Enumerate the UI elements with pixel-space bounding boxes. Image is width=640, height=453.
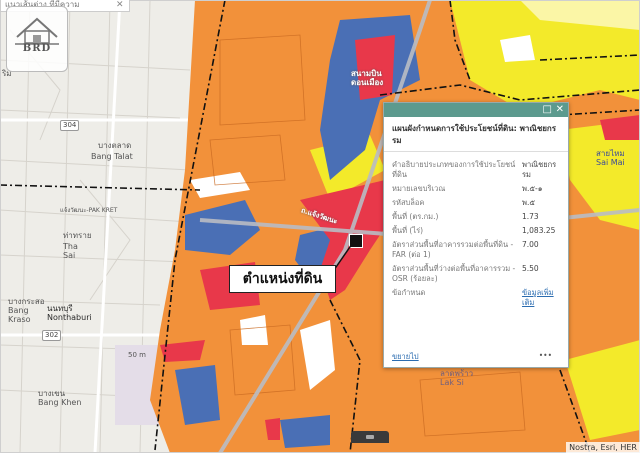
table-row: พื้นที่ (ไร่) 1,083.25: [392, 224, 560, 238]
attribute-label: อัตราส่วนพื้นที่ว่างต่อพื้นที่อาคารรวม -…: [392, 264, 516, 283]
table-row: คำอธิบายประเภทของการใช้ประโยชน์ที่ดิน พา…: [392, 158, 560, 182]
popup-footer: ขยายไป •••: [392, 351, 560, 363]
table-row: รหัสบล็อค พ.๕: [392, 196, 560, 210]
map-label-lak-si: ลาดพร้าว Lak Si: [440, 369, 474, 387]
map-label-bang-talat-th: บางตลาด: [98, 141, 132, 150]
road-shield-302: 302: [42, 330, 62, 341]
map-label-pak-kret: แจ้งวัฒนะ-PAK KRET: [60, 207, 118, 214]
search-clear-icon[interactable]: ✕: [116, 0, 124, 10]
attribute-label: พื้นที่ (ไร่): [392, 226, 424, 235]
popup-title: แผนผังกำหนดการใช้ประโยชน์ที่ดิน: พาณิชยก…: [384, 117, 568, 152]
map-label-sai-mai: สายไหม Sai Mai: [596, 149, 625, 167]
table-row: อัตราส่วนพื้นที่อาคารรวมต่อพื้นที่ดิน - …: [392, 238, 560, 262]
map-label-don-mueang: สนามบิน ดอนเมือง: [351, 69, 384, 87]
land-location-callout: ตำแหน่งที่ดิน: [229, 265, 336, 293]
brd-logo: BRD: [6, 6, 68, 72]
table-row: หมายเลขบริเวณ พ.๕-๑: [392, 182, 560, 196]
map-label-tha-sai-en: Tha Sai: [63, 242, 78, 260]
panel-handle-icon: [366, 435, 374, 439]
attribute-label: รหัสบล็อค: [392, 198, 425, 207]
attribute-value: 5.50: [522, 264, 539, 273]
attribute-label: หมายเลขบริเวณ: [392, 184, 446, 193]
map-label-nonthaburi: นนทบุรี Nonthaburi: [47, 304, 92, 322]
attribute-table: คำอธิบายประเภทของการใช้ประโยชน์ที่ดิน พา…: [392, 158, 560, 310]
attribute-value: 1,083.25: [522, 226, 556, 235]
logo-text: BRD: [22, 43, 52, 54]
map-label-bang-khen: บางเขน Bang Khen: [38, 389, 82, 407]
map-label-bang-krasor: บางกระสอ Bang Kraso: [8, 297, 45, 324]
map-label-bang-talat-en: Bang Talat: [91, 152, 133, 161]
attribute-value: พ.๕-๑: [522, 184, 543, 193]
table-row: ข้อกำหนด ข้อมูลเพิ่มเติม: [392, 286, 560, 310]
attribute-value: ข้อมูลเพิ่มเติม: [519, 286, 560, 310]
table-row: อัตราส่วนพื้นที่ว่างต่อพื้นที่อาคารรวม -…: [392, 262, 560, 286]
attribute-label: คำอธิบายประเภทของการใช้ประโยชน์ที่ดิน: [392, 160, 516, 179]
attribute-label: ข้อกำหนด: [392, 288, 426, 297]
table-row: พื้นที่ (ตร.กม.) 1.73: [392, 210, 560, 224]
map-scale-label: 50 m: [128, 351, 146, 359]
attribute-value: 7.00: [522, 240, 539, 249]
zoom-to-link[interactable]: ขยายไป: [392, 352, 419, 361]
attribute-value: พ.๕: [522, 198, 536, 207]
map-label-tha-sai-th: ท่าทราย: [63, 231, 92, 240]
road-shield-304: 304: [60, 120, 80, 131]
house-icon: [15, 17, 59, 45]
bottom-panel-toggle[interactable]: [351, 431, 389, 443]
attribute-label: พื้นที่ (ตร.กม.): [392, 212, 439, 221]
popup-header: □ ✕: [384, 103, 568, 117]
map-viewer[interactable]: สนามบิน ดอนเมือง บางตลาด Bang Talat ท่าท…: [0, 0, 640, 453]
zoning-info-popup[interactable]: □ ✕ แผนผังกำหนดการใช้ประโยชน์ที่ดิน: พาณ…: [383, 102, 569, 368]
attribute-label: อัตราส่วนพื้นที่อาคารรวมต่อพื้นที่ดิน - …: [392, 240, 514, 259]
map-attribution: Nostra, Esri, HER: [566, 442, 640, 453]
more-actions-button[interactable]: •••: [539, 351, 552, 360]
more-info-link[interactable]: ข้อมูลเพิ่มเติม: [522, 288, 554, 307]
attribute-value: พาณิชยกรรม: [522, 160, 557, 179]
close-icon[interactable]: ✕: [556, 104, 564, 116]
maximize-icon[interactable]: □: [543, 104, 552, 116]
attribute-value: 1.73: [522, 212, 539, 221]
